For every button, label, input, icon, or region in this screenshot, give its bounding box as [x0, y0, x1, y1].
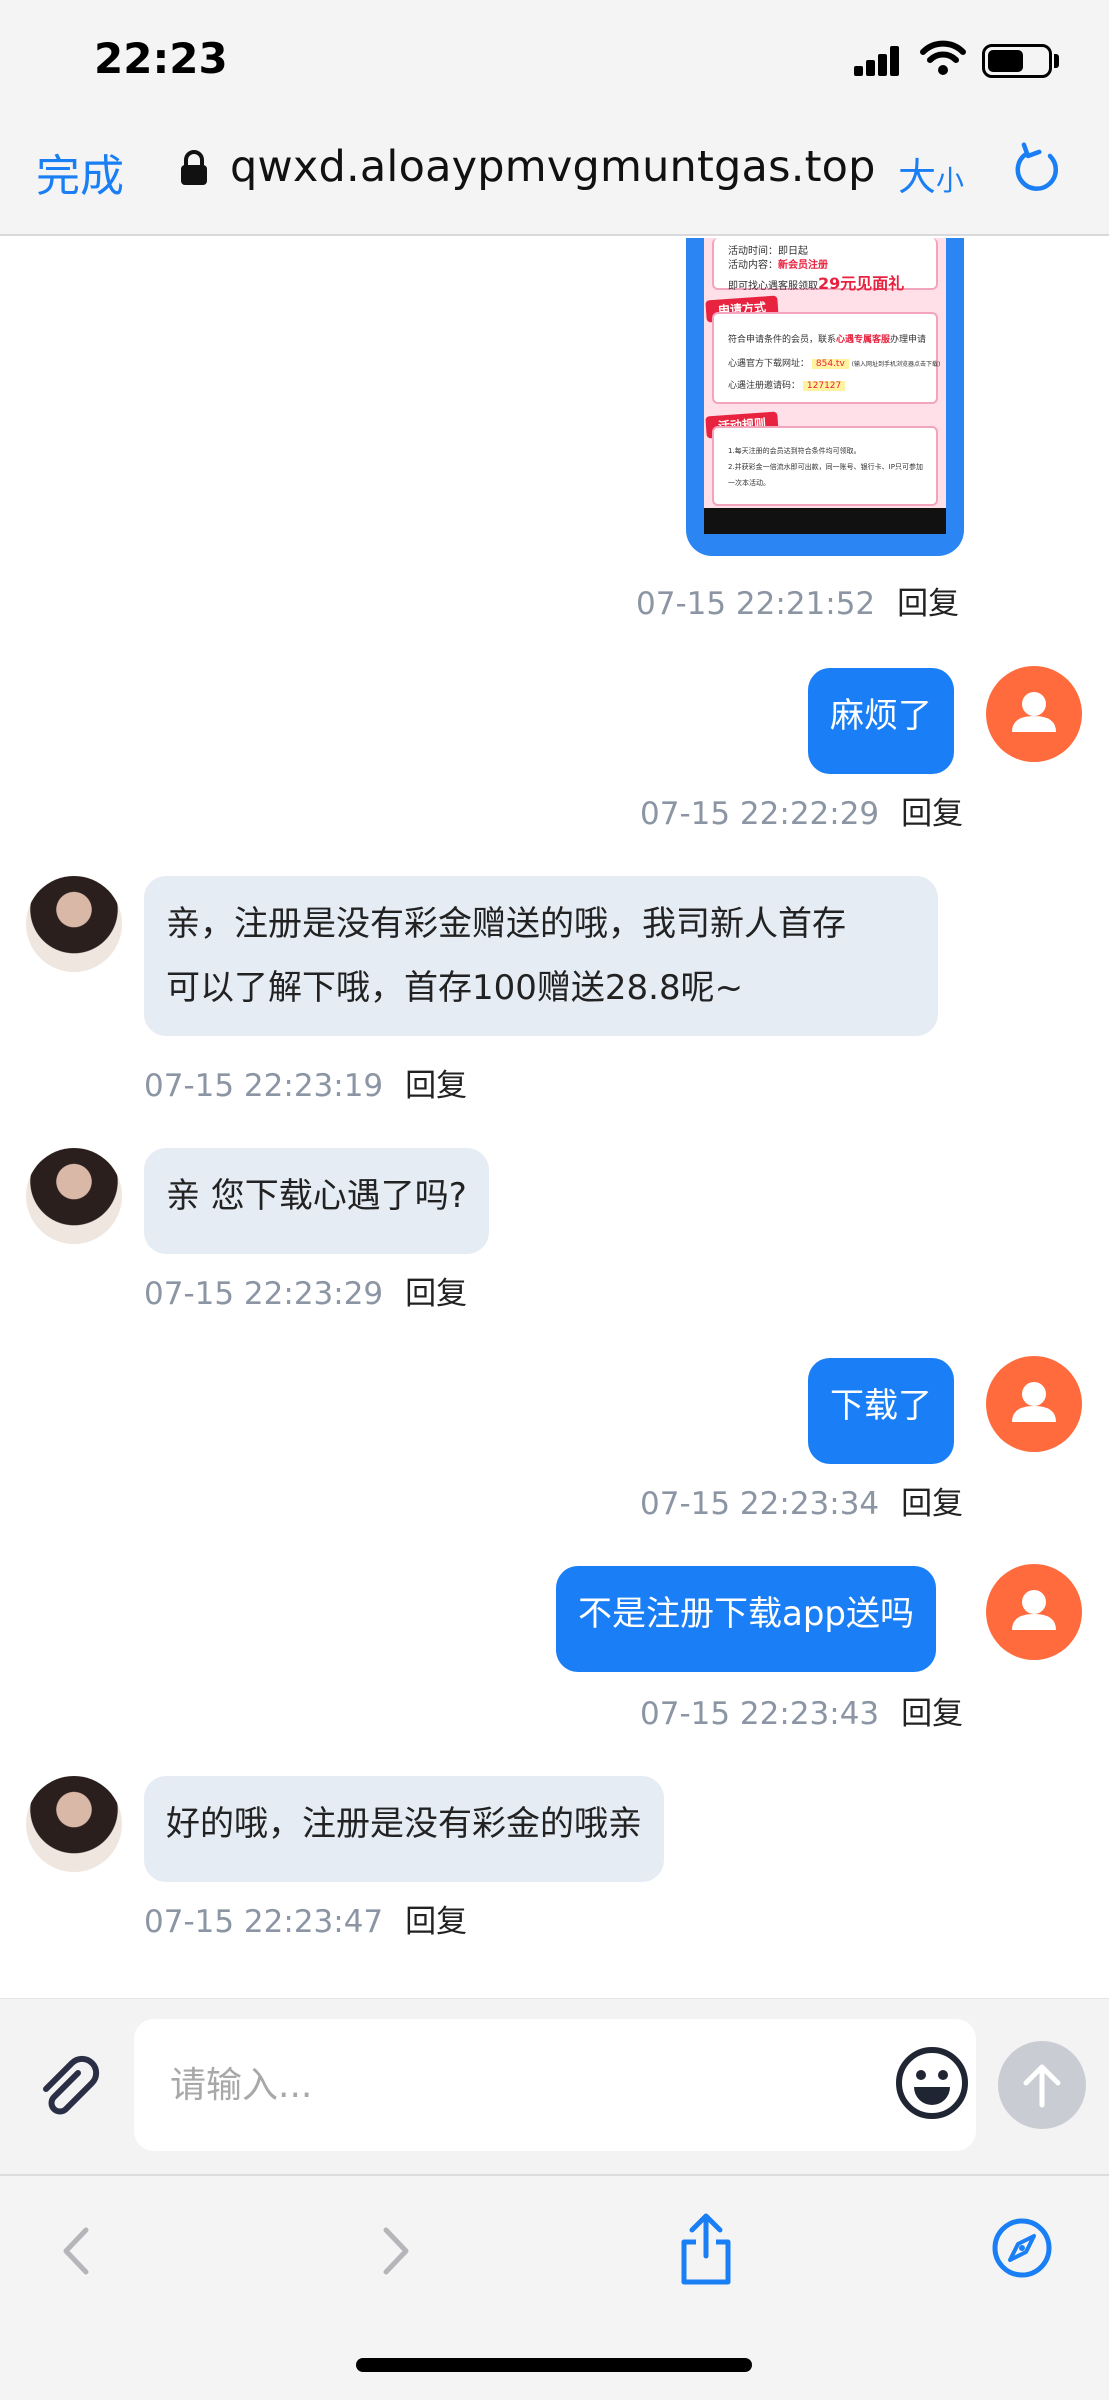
message-meta: 07-15 22:23:43 回复 [640, 1688, 963, 1733]
user-avatar[interactable] [986, 1356, 1082, 1452]
message-meta: 07-15 22:23:29 回复 [144, 1268, 467, 1313]
person-icon [1012, 1382, 1056, 1422]
agent-avatar[interactable] [26, 876, 122, 972]
message-bubble-user[interactable]: 下载了 [808, 1358, 954, 1464]
promo-rule-1: 1.每天注册的会员达到符合条件均可领取。 [728, 447, 861, 455]
promo-activity-time: 活动时间：即日起 [728, 246, 808, 257]
battery-icon [982, 44, 1052, 78]
share-icon[interactable] [676, 2210, 736, 2286]
promo-image-content: 活动时间：即日起 活动内容：新会员注册 即可找心遇客服领取29元见面礼 申请方式… [704, 238, 946, 520]
agent-avatar[interactable] [26, 1148, 122, 1244]
user-avatar[interactable] [986, 1564, 1082, 1660]
promo-code-value: 127127 [802, 381, 846, 391]
promo-rule-2: 2.并获彩金一倍流水即可出款，同一账号、银行卡、IP只可参加 [728, 463, 923, 471]
person-icon [1012, 692, 1056, 732]
message-composer [0, 1998, 1109, 2174]
message-time: 07-15 22:22:29 [640, 796, 880, 832]
text-size-small: 小 [936, 164, 965, 197]
status-time: 22:23 [94, 34, 228, 83]
message-meta: 07-15 22:23:47 回复 [144, 1896, 467, 1941]
cell-signal-icon [854, 46, 900, 76]
reply-button[interactable]: 回复 [405, 1068, 467, 1104]
text-size-large: 大 [898, 155, 937, 199]
message-bubble-user[interactable]: 麻烦了 [808, 668, 954, 774]
chat-messages[interactable]: 活动时间：即日起 活动内容：新会员注册 即可找心遇客服领取29元见面礼 申请方式… [0, 238, 1109, 1998]
message-input[interactable] [134, 2019, 976, 2151]
compass-icon[interactable] [990, 2216, 1054, 2280]
wifi-icon [920, 40, 966, 75]
message-line: 可以了解下哦，首存100赠送28.8呢~ [166, 968, 744, 1008]
message-bubble-agent[interactable]: 好的哦，注册是没有彩金的哦亲 [144, 1776, 664, 1882]
user-avatar[interactable] [986, 666, 1082, 762]
reply-button[interactable]: 回复 [901, 1696, 963, 1732]
promo-download-label: 心遇官方下载网址： [728, 359, 810, 369]
arrow-up-icon [1023, 2064, 1061, 2108]
chevron-right-icon[interactable] [376, 2216, 416, 2286]
message-meta: 07-15 22:23:34 回复 [640, 1478, 963, 1523]
paperclip-icon[interactable] [32, 2051, 104, 2123]
message-time: 07-15 22:23:34 [640, 1486, 880, 1522]
home-indicator [356, 2358, 752, 2372]
promo-apply-highlight: 心遇专属客服 [836, 335, 891, 345]
promo-gift-text: 即可找心遇客服领取 [728, 281, 818, 292]
message-time: 07-15 22:23:43 [640, 1696, 880, 1732]
promo-rule-3: 一次本活动。 [728, 479, 770, 487]
promo-phone-navbar [704, 508, 946, 534]
reply-button[interactable]: 回复 [901, 1486, 963, 1522]
promo-apply-suffix: 办理申请 [890, 335, 927, 345]
browser-header: 22:23 完成 qwxd.aloaypmvgmuntgas.top 大小 [0, 0, 1109, 236]
message-bubble-user[interactable]: 不是注册下载app送吗 [556, 1566, 936, 1672]
message-time: 07-15 22:23:47 [144, 1904, 384, 1940]
chevron-left-icon[interactable] [56, 2216, 96, 2286]
agent-avatar[interactable] [26, 1776, 122, 1872]
promo-gift-amount: 29元见面礼 [818, 274, 905, 293]
message-bubble-agent[interactable]: 亲，注册是没有彩金赠送的哦，我司新人首存 可以了解下哦，首存100赠送28.8呢… [144, 876, 938, 1036]
message-meta: 07-15 22:23:19 回复 [144, 1060, 467, 1105]
reload-icon[interactable] [1014, 142, 1062, 194]
promo-download-note: (输入网址到手机浏览器点击下载) [851, 361, 941, 368]
promo-apply-prefix: 符合申请条件的会员，联系 [728, 335, 837, 345]
person-icon [1012, 1590, 1056, 1630]
reply-button[interactable]: 回复 [901, 796, 963, 832]
message-time: 07-15 22:23:29 [144, 1276, 384, 1312]
lock-icon [181, 150, 207, 185]
send-button[interactable] [998, 2041, 1086, 2129]
promo-code-label: 心遇注册邀请码： [728, 381, 801, 391]
message-time: 07-15 22:21:52 [636, 586, 876, 622]
message-image[interactable]: 活动时间：即日起 活动内容：新会员注册 即可找心遇客服领取29元见面礼 申请方式… [686, 238, 964, 556]
promo-download-value: 854.tv [811, 359, 849, 369]
emoji-icon[interactable] [894, 2045, 970, 2121]
reply-button[interactable]: 回复 [897, 586, 959, 622]
message-bubble-agent[interactable]: 亲 您下载心遇了吗? [144, 1148, 489, 1254]
message-line: 亲，注册是没有彩金赠送的哦，我司新人首存 [166, 904, 846, 944]
message-meta: 07-15 22:21:52 回复 [636, 578, 959, 623]
address-bar-url[interactable]: qwxd.aloaypmvgmuntgas.top [230, 142, 876, 192]
message-meta: 07-15 22:22:29 回复 [640, 788, 963, 833]
reply-button[interactable]: 回复 [405, 1904, 467, 1940]
message-time: 07-15 22:23:19 [144, 1068, 384, 1104]
text-size-button[interactable]: 大小 [898, 146, 964, 201]
reply-button[interactable]: 回复 [405, 1276, 467, 1312]
done-button[interactable]: 完成 [36, 140, 124, 204]
